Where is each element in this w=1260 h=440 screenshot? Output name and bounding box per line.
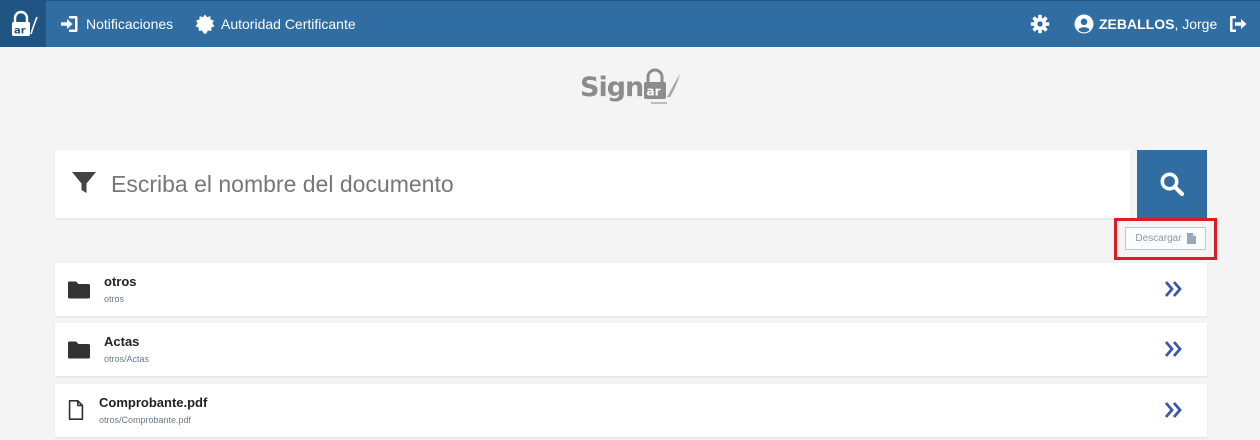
top-navbar: ar Notificaciones Autoridad Certificante	[0, 0, 1260, 47]
gear-icon	[1030, 14, 1050, 34]
sign-in-icon	[60, 14, 80, 34]
file-icon	[68, 400, 84, 420]
logout-button[interactable]	[1228, 1, 1248, 47]
item-path: otros/Actas	[104, 354, 150, 364]
folder-icon	[68, 341, 90, 359]
signar-logo: Sign ar	[580, 64, 690, 112]
item-title: otros	[104, 274, 137, 289]
nav-notifications[interactable]: Notificaciones	[60, 1, 173, 47]
user-circle-icon	[1074, 14, 1094, 34]
signar-logo-icon: ar	[12, 10, 38, 37]
item-title: Comprobante.pdf	[99, 395, 208, 410]
user-last-name: ZEBALLOS	[1099, 16, 1175, 32]
nav-certificate-authority[interactable]: Autoridad Certificante	[195, 1, 356, 47]
document-search-input[interactable]	[111, 164, 1111, 204]
sign-out-icon	[1228, 14, 1248, 34]
filter-icon	[72, 172, 96, 193]
item-path: otros/Comprobante.pdf	[99, 415, 192, 425]
logo-text: Sign	[580, 72, 644, 103]
list-item[interactable]: Comprobante.pdf otros/Comprobante.pdf	[55, 384, 1207, 437]
double-chevron-right-icon[interactable]	[1164, 401, 1184, 419]
search-bar	[55, 150, 1130, 218]
list-item[interactable]: Actas otros/Actas	[55, 323, 1207, 376]
download-button[interactable]: Descargar	[1125, 227, 1206, 250]
file-pdf-icon	[1186, 233, 1196, 244]
nav-notifications-label: Notificaciones	[86, 16, 174, 32]
search-icon	[1160, 172, 1185, 197]
item-path: otros	[104, 294, 125, 304]
settings-button[interactable]	[1030, 1, 1050, 47]
user-menu[interactable]: ZEBALLOS, Jorge	[1074, 1, 1217, 47]
folder-icon	[68, 281, 90, 299]
nav-certificate-authority-label: Autoridad Certificante	[221, 16, 356, 32]
logo-lock-icon: ar	[644, 68, 680, 104]
svg-text:ar: ar	[647, 85, 661, 99]
double-chevron-right-icon[interactable]	[1164, 280, 1184, 298]
certificate-seal-icon	[195, 14, 215, 34]
user-first-name: , Jorge	[1174, 16, 1218, 32]
list-item[interactable]: otros otros	[55, 263, 1207, 316]
search-button[interactable]	[1137, 150, 1207, 218]
svg-text:ar: ar	[14, 26, 26, 37]
item-title: Actas	[104, 334, 140, 349]
double-chevron-right-icon[interactable]	[1164, 340, 1184, 358]
download-label: Descargar	[1135, 233, 1182, 244]
brand-logo-button[interactable]: ar	[0, 1, 46, 47]
user-name: ZEBALLOS, Jorge	[1099, 16, 1217, 32]
